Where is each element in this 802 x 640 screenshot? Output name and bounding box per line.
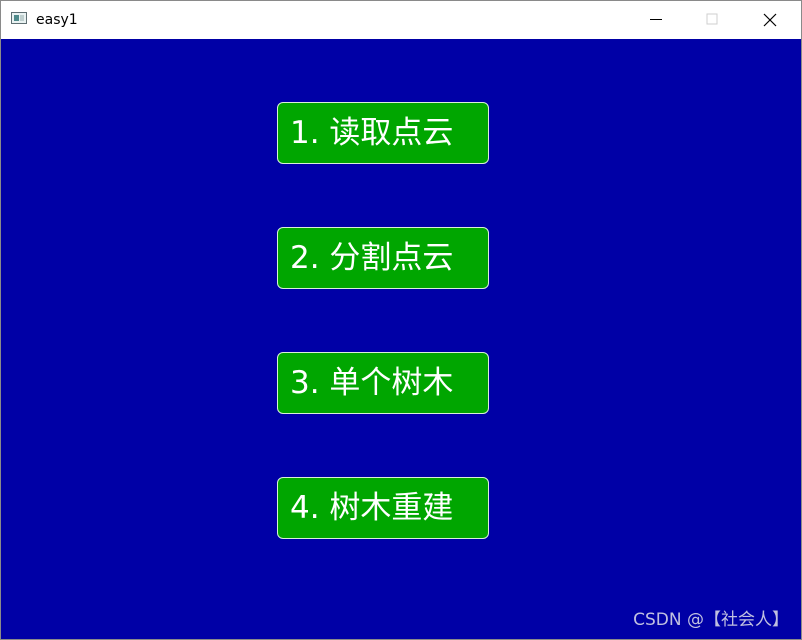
maximize-button[interactable] [689,1,735,39]
single-tree-button[interactable]: 3. 单个树木 [277,352,489,414]
main-canvas: 1. 读取点云 2. 分割点云 3. 单个树木 4. 树木重建 CSDN @【社… [1,39,801,639]
watermark: CSDN @【社会人】 [633,610,789,630]
minimize-button[interactable] [633,1,679,39]
app-window: easy1 1. 读取点云 2. 分割点云 3. 单个树木 4. 树木重建 CS… [0,0,802,640]
tree-reconstruction-button[interactable]: 4. 树木重建 [277,477,489,539]
close-icon [763,13,777,27]
segment-point-cloud-button[interactable]: 2. 分割点云 [277,227,489,289]
maximize-icon [706,13,718,25]
close-button[interactable] [747,1,793,39]
window-title: easy1 [36,12,78,28]
title-bar[interactable]: easy1 [1,1,801,39]
read-point-cloud-button[interactable]: 1. 读取点云 [277,102,489,164]
minimize-icon [650,19,662,20]
app-icon [11,12,27,24]
